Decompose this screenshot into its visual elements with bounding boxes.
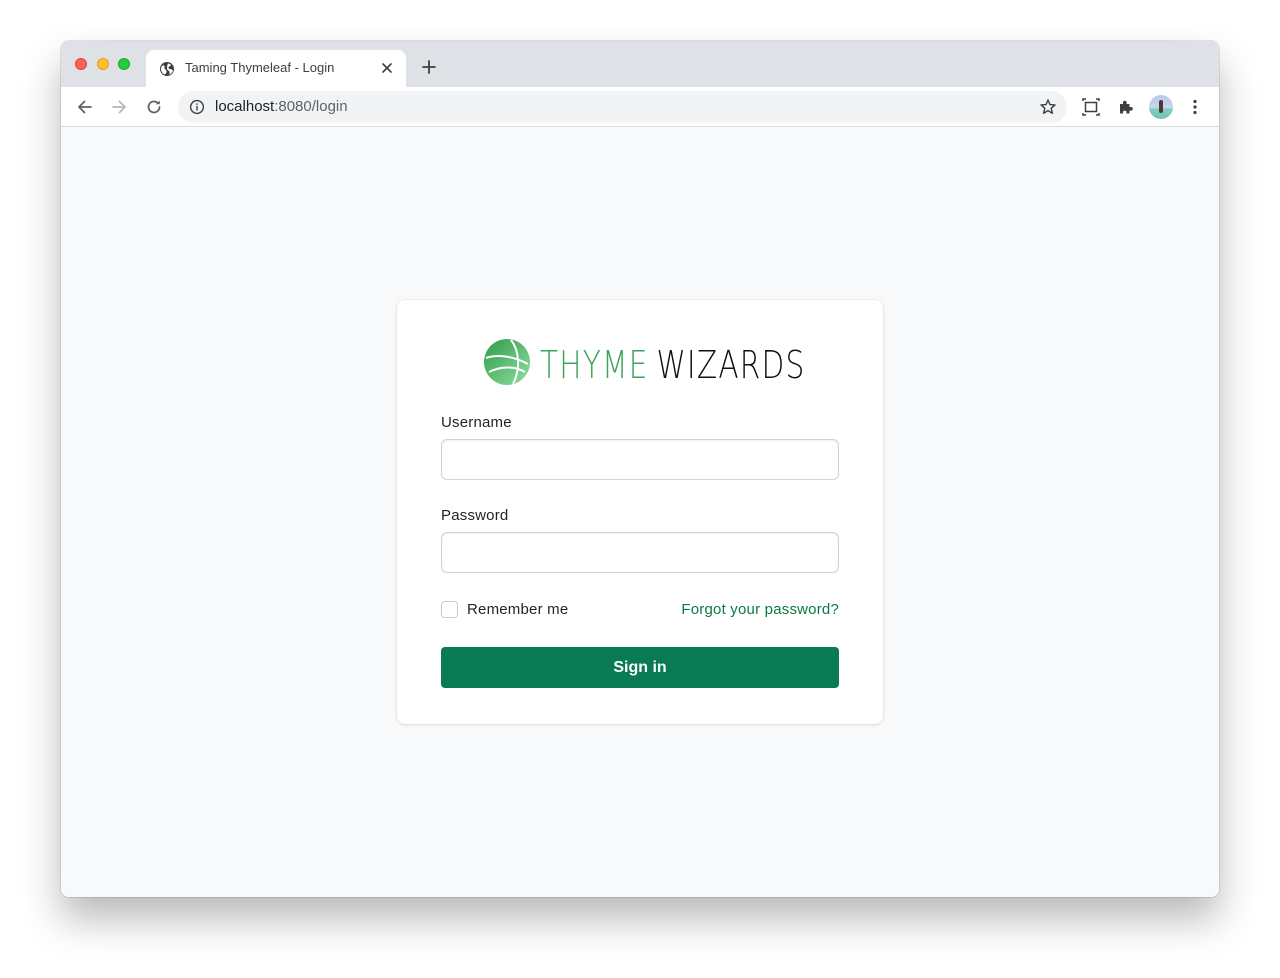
- tab-active[interactable]: Taming Thymeleaf - Login: [146, 50, 406, 87]
- remember-me-label[interactable]: Remember me: [467, 601, 568, 618]
- logo-word-wizards: WIZARDS: [656, 343, 806, 387]
- globe-logo-icon: [484, 339, 530, 385]
- logo-wordmark: THYME WIZARDS: [540, 343, 806, 387]
- logo: THYME WIZARDS: [483, 338, 813, 388]
- forward-arrow-icon[interactable]: [109, 97, 129, 117]
- avatar-figure: [1159, 100, 1163, 113]
- maximize-window-button[interactable]: [118, 58, 130, 70]
- page-content: THYME WIZARDS Username Password Remember …: [61, 127, 1219, 897]
- forgot-password-link[interactable]: Forgot your password?: [681, 601, 839, 618]
- address-bar[interactable]: localhost:8080/login: [178, 91, 1067, 123]
- tab-title: Taming Thymeleaf - Login: [185, 60, 335, 75]
- more-vert-icon[interactable]: [1185, 97, 1205, 117]
- globe-icon: [160, 62, 174, 76]
- extensions-puzzle-icon[interactable]: [1116, 97, 1136, 117]
- url-host: localhost: [215, 98, 275, 115]
- avatar[interactable]: [1149, 95, 1173, 119]
- new-tab-icon[interactable]: [421, 59, 437, 75]
- password-input[interactable]: [441, 532, 839, 573]
- info-icon[interactable]: [189, 99, 205, 115]
- sign-in-button[interactable]: Sign in: [441, 647, 839, 688]
- url-text: localhost:8080/login: [215, 98, 348, 115]
- close-tab-icon[interactable]: [381, 62, 393, 74]
- browser-toolbar: localhost:8080/login: [61, 87, 1219, 127]
- browser-window: Taming Thymeleaf - Login localhost:8080/…: [61, 41, 1219, 897]
- screen-capture-icon[interactable]: [1081, 97, 1101, 117]
- close-window-button[interactable]: [75, 58, 87, 70]
- username-input[interactable]: [441, 439, 839, 480]
- username-label: Username: [441, 414, 512, 431]
- minimize-window-button[interactable]: [97, 58, 109, 70]
- reload-icon[interactable]: [144, 97, 164, 117]
- remember-me-checkbox[interactable]: [441, 601, 458, 618]
- logo-word-thyme: THYME: [540, 343, 649, 387]
- password-label: Password: [441, 507, 509, 524]
- tab-strip: Taming Thymeleaf - Login: [61, 41, 1219, 87]
- url-path: :8080/login: [274, 98, 348, 115]
- back-arrow-icon[interactable]: [75, 97, 95, 117]
- login-card: THYME WIZARDS Username Password Remember …: [397, 300, 883, 724]
- star-icon[interactable]: [1039, 98, 1057, 116]
